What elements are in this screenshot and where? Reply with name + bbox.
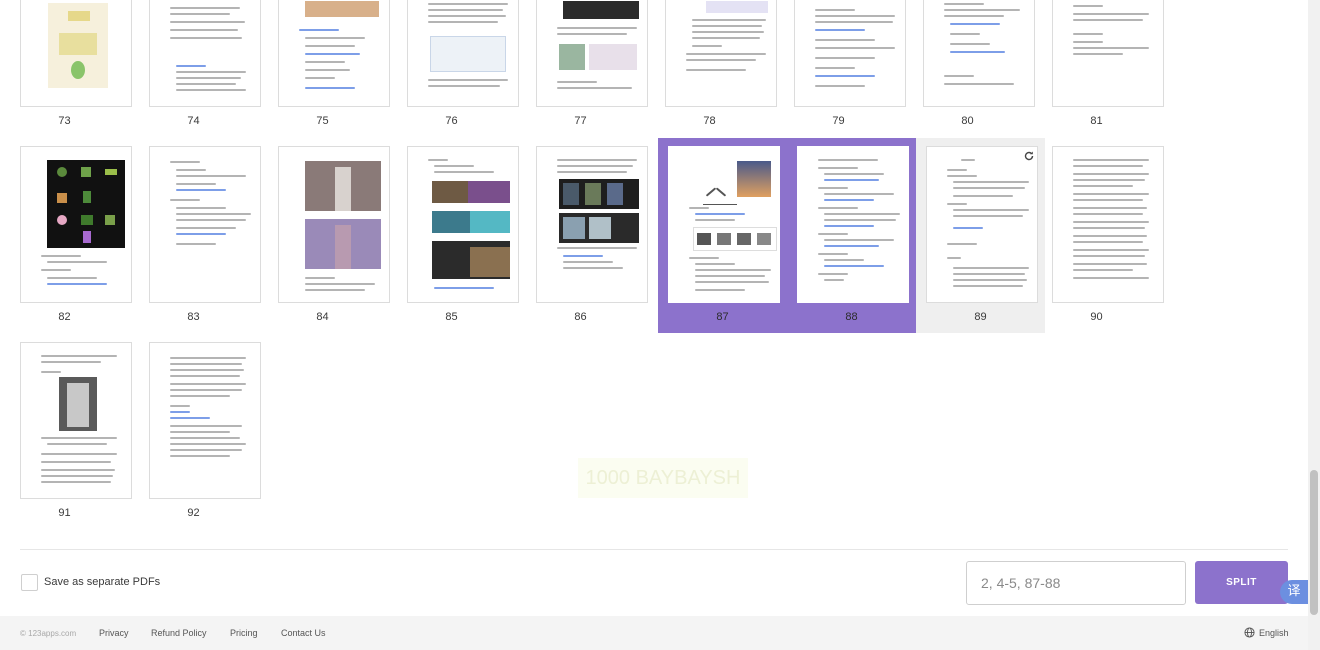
page-range-input[interactable] bbox=[966, 561, 1186, 605]
page-number: 92 bbox=[187, 507, 200, 519]
privacy-link[interactable]: Privacy bbox=[99, 628, 129, 638]
page-preview bbox=[1052, 0, 1164, 107]
page-thumbnail-89[interactable]: 89 bbox=[916, 138, 1045, 333]
page-preview bbox=[536, 0, 648, 107]
page-thumbnail-91[interactable]: 91 bbox=[0, 334, 132, 529]
page-thumbnail-82[interactable]: 82 bbox=[0, 138, 132, 333]
page-preview bbox=[149, 342, 261, 499]
page-preview bbox=[407, 146, 519, 303]
separate-pdfs-label[interactable]: Save as separate PDFs bbox=[44, 576, 160, 588]
page-preview bbox=[1052, 146, 1164, 303]
page-preview bbox=[149, 0, 261, 107]
translate-button[interactable]: 译 bbox=[1280, 580, 1308, 604]
page-number: 76 bbox=[445, 115, 458, 127]
page-number: 88 bbox=[845, 311, 858, 323]
split-button[interactable]: SPLIT bbox=[1195, 561, 1288, 604]
separate-pdfs-checkbox[interactable] bbox=[21, 574, 38, 591]
language-selector[interactable]: English bbox=[1244, 627, 1289, 638]
page-number: 87 bbox=[716, 311, 729, 323]
page-preview bbox=[149, 146, 261, 303]
globe-icon bbox=[1244, 627, 1255, 638]
page-number: 74 bbox=[187, 115, 200, 127]
page-preview bbox=[536, 146, 648, 303]
page-thumbnail-88[interactable]: 88 bbox=[787, 138, 916, 333]
page-number: 78 bbox=[703, 115, 716, 127]
page-number: 85 bbox=[445, 311, 458, 323]
page-number: 91 bbox=[58, 507, 71, 519]
page-preview bbox=[20, 342, 132, 499]
page-number: 82 bbox=[58, 311, 71, 323]
page-preview bbox=[278, 0, 390, 107]
divider bbox=[20, 549, 1288, 550]
page-number: 77 bbox=[574, 115, 587, 127]
page-thumbnail-87[interactable]: 87 bbox=[658, 138, 787, 333]
refund-policy-link[interactable]: Refund Policy bbox=[151, 628, 207, 638]
pricing-link[interactable]: Pricing bbox=[230, 628, 258, 638]
page-number: 83 bbox=[187, 311, 200, 323]
page-number: 80 bbox=[961, 115, 974, 127]
page-preview bbox=[926, 146, 1038, 303]
page-thumbnail-90[interactable]: 90 bbox=[1032, 138, 1164, 333]
page-number: 86 bbox=[574, 311, 587, 323]
page-preview bbox=[20, 146, 132, 303]
watermark: 1000 BAYBAYSH bbox=[578, 458, 748, 498]
copyright: © 123apps.com bbox=[20, 629, 77, 638]
page-preview bbox=[797, 146, 909, 303]
page-preview bbox=[665, 0, 777, 107]
page-thumbnail-85[interactable]: 85 bbox=[387, 138, 519, 333]
page-number: 90 bbox=[1090, 311, 1103, 323]
page-preview bbox=[407, 0, 519, 107]
page-thumbnail-83[interactable]: 83 bbox=[129, 138, 261, 333]
page-preview bbox=[794, 0, 906, 107]
page-number: 75 bbox=[316, 115, 329, 127]
page-number: 81 bbox=[1090, 115, 1103, 127]
page-thumbnail-84[interactable]: 84 bbox=[258, 138, 390, 333]
page-number: 84 bbox=[316, 311, 329, 323]
page-preview bbox=[278, 146, 390, 303]
language-label: English bbox=[1259, 627, 1289, 638]
page-thumbnail-92[interactable]: 92 bbox=[129, 334, 261, 529]
page-preview bbox=[668, 146, 780, 303]
page-preview bbox=[923, 0, 1035, 107]
contact-us-link[interactable]: Contact Us bbox=[281, 628, 326, 638]
page-number: 89 bbox=[974, 311, 987, 323]
page-number: 79 bbox=[832, 115, 845, 127]
page-number: 73 bbox=[58, 115, 71, 127]
scrollbar-thumb[interactable] bbox=[1310, 470, 1318, 615]
page-thumbnail-86[interactable]: 86 bbox=[516, 138, 648, 333]
page-preview bbox=[20, 0, 132, 107]
